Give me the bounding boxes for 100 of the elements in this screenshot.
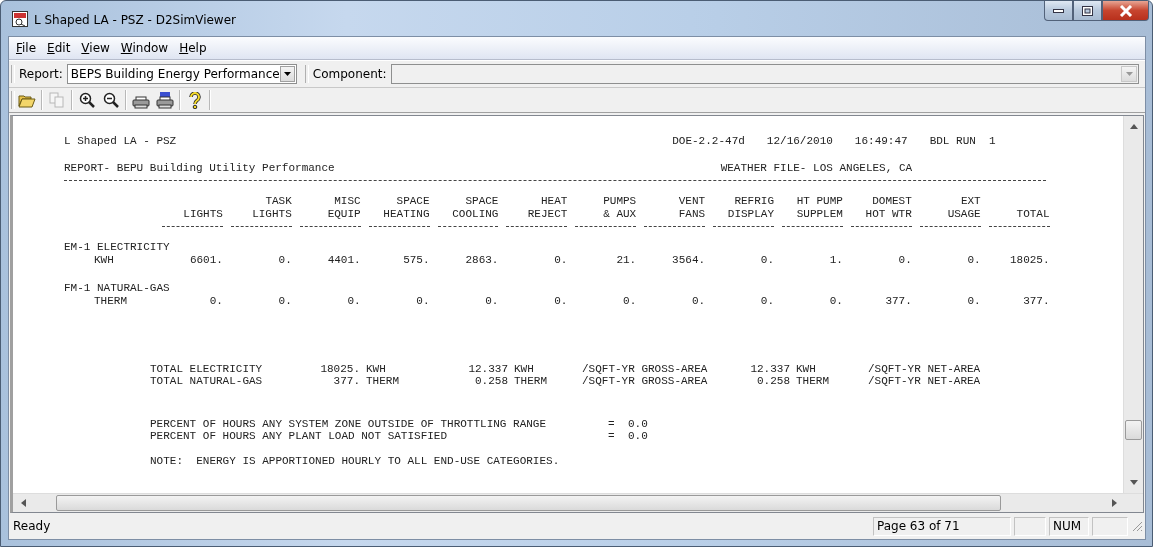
table-cell-text: 0.	[759, 254, 774, 268]
area-label: /SQFT-YR NET-AREA	[868, 375, 982, 388]
unit-label: KWH	[94, 254, 114, 266]
total-value: 18025.	[319, 362, 360, 375]
unit-label: THERM	[514, 375, 548, 388]
maximize-icon	[1082, 5, 1093, 16]
menu-item[interactable]: Edit	[43, 39, 78, 57]
note-text: NOTE: ENERGY IS APPORTIONED HOURLY TO ALL END-USE CATEGORIES.	[150, 454, 560, 467]
project-title: L Shaped LA - PSZ	[64, 135, 177, 149]
scroll-down-arrow-icon[interactable]	[1129, 480, 1138, 485]
column-header: REFRIG DISPLAY	[726, 194, 774, 222]
table-cell-text: 377.	[1022, 295, 1050, 309]
unit-label: KWH	[514, 362, 535, 375]
column-header: DOMEST HOT WTR	[864, 194, 912, 222]
total-label: TOTAL NATURAL-GAS	[150, 375, 264, 388]
close-icon	[1118, 4, 1133, 17]
equals-sign: =	[608, 430, 616, 443]
status-panel	[1092, 516, 1128, 536]
table-cell-text: 0.	[966, 254, 981, 268]
column-header: PUMPS & AUX	[602, 194, 637, 222]
resize-grip-icon	[1131, 520, 1143, 532]
table-cell-text: 0.	[484, 295, 499, 309]
run-info: 16:49:47	[854, 135, 908, 149]
column-header: HT PUMP SUPPLEM	[795, 194, 843, 222]
total-value: 0.258	[756, 375, 790, 388]
unit-label: THERM	[366, 375, 400, 388]
run-info: BDL RUN 1	[929, 135, 996, 149]
table-cell-text: 0.	[553, 295, 568, 309]
column-header: HEAT REJECT	[526, 194, 568, 222]
zoom-out-icon	[103, 92, 119, 108]
equals-sign: =	[608, 417, 616, 430]
column-header: SPACE HEATING	[382, 194, 430, 222]
column-header: MISC EQUIP	[326, 194, 361, 222]
table-cell-text: 0.	[277, 254, 292, 268]
table-cell-text: 21.	[615, 254, 637, 268]
status-message: Ready	[13, 519, 51, 533]
unit-label: THERM	[796, 375, 830, 388]
meter-label: FM-1 NATURAL-GAS	[64, 281, 170, 294]
table-cell-text: 0.	[553, 254, 568, 268]
column-header: SPACE COOLING	[451, 194, 499, 222]
column-header: TOTAL	[1015, 207, 1050, 222]
run-info: 12/16/2010	[766, 135, 833, 149]
menu-item[interactable]: Help	[175, 39, 214, 57]
report-label: Report:	[19, 67, 63, 81]
total-value: 377.	[332, 375, 360, 388]
table-cell-text: 2863.	[464, 254, 499, 268]
table-cell-text: 0.	[208, 295, 223, 309]
maximize-button[interactable]	[1073, 1, 1102, 21]
column-header: VENT FANS	[677, 194, 706, 222]
num-lock-indicator: NUM	[1049, 516, 1089, 536]
scroll-up-arrow-icon[interactable]	[1129, 124, 1138, 129]
run-info: DOE-2.2-47d	[672, 135, 745, 149]
close-button[interactable]	[1102, 1, 1149, 21]
menu-item[interactable]: Window	[116, 39, 176, 57]
toolbar-button[interactable]	[153, 89, 177, 111]
meter-label: EM-1 ELECTRICITY	[64, 240, 170, 253]
table-cell-text: 0.	[828, 295, 843, 309]
menu-item[interactable]: View	[77, 39, 117, 57]
percent-value: 0.0	[628, 430, 649, 443]
table-cell-text: 4401.	[326, 254, 361, 268]
page-indicator: Page 63 of 71	[873, 516, 1011, 536]
area-label: /SQFT-YR GROSS-AREA	[582, 362, 709, 375]
area-label: /SQFT-YR GROSS-AREA	[582, 375, 709, 388]
minimize-button[interactable]	[1044, 1, 1073, 21]
vertical-scrollbar[interactable]	[1123, 116, 1143, 493]
table-cell-text: 575.	[402, 254, 430, 268]
column-header: EXT USAGE	[946, 194, 981, 222]
scroll-right-arrow-icon[interactable]	[1112, 499, 1117, 507]
report-dropdown[interactable]: BEPS Building Energy Performance	[66, 64, 297, 84]
column-header: TASK LIGHTS	[251, 194, 292, 222]
app-icon	[12, 11, 28, 27]
component-label: Component:	[312, 67, 387, 81]
total-value: 12.337	[749, 362, 790, 375]
percent-value: 0.0	[628, 417, 649, 430]
total-value: 0.258	[474, 375, 508, 388]
status-panel	[1014, 516, 1046, 536]
report-title: REPORT- BEPU Building Utility Performance	[64, 162, 335, 176]
copy-icon	[49, 92, 65, 108]
table-cell-text: 0.	[346, 295, 361, 309]
column-header: LIGHTS	[182, 207, 223, 222]
unit-label: THERM	[94, 295, 127, 307]
total-value: 12.337	[467, 362, 508, 375]
table-cell-text: 0.	[897, 254, 912, 268]
table-cell-text: 1.	[828, 254, 843, 268]
zoom-in-icon	[79, 92, 95, 108]
table-cell-text: 0.	[415, 295, 430, 309]
table-cell-text: 0.	[759, 295, 774, 309]
open-folder-icon	[18, 92, 36, 108]
table-cell-text: 0.	[690, 295, 706, 309]
menu-item[interactable]: File	[12, 39, 44, 57]
table-cell-text: 3564.	[671, 254, 706, 268]
percent-label: PERCENT OF HOURS ANY PLANT LOAD NOT SATISFIED	[150, 430, 449, 443]
table-cell-text: 377.	[884, 295, 912, 309]
area-label: /SQFT-YR NET-AREA	[868, 362, 982, 375]
scroll-left-arrow-icon[interactable]	[21, 499, 26, 507]
help-icon	[189, 91, 201, 109]
table-cell-text: 0.	[966, 295, 981, 309]
unit-label: KWH	[366, 362, 387, 375]
table-cell-text: 6601.	[188, 254, 223, 268]
table-cell-text: 0.	[622, 295, 637, 309]
